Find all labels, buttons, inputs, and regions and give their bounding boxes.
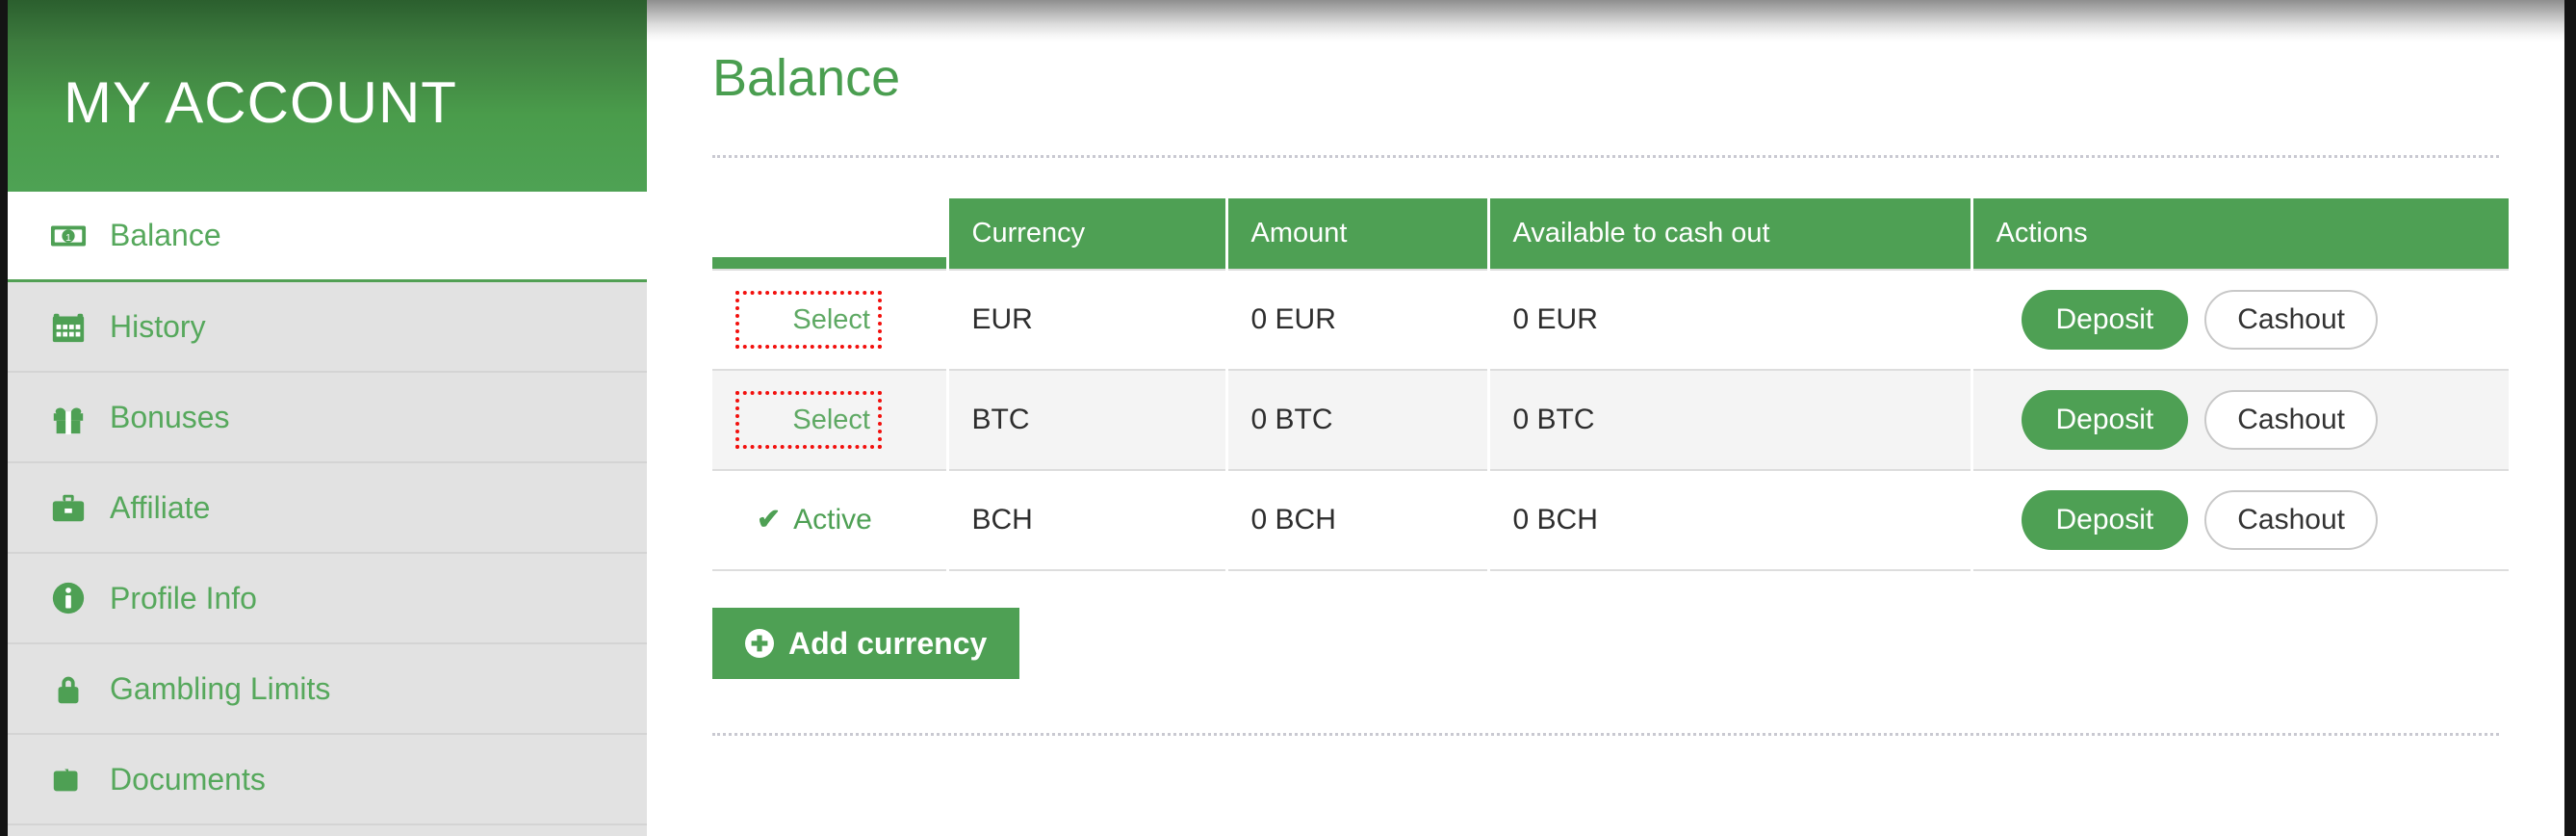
screenshot-root: MY ACCOUNT 1 Balance History Bonuses Affilia… bbox=[0, 0, 2576, 836]
sidebar-item-label: Documents bbox=[110, 761, 266, 797]
folder-icon bbox=[50, 761, 96, 797]
table-row: ✔ Active BCH 0 BCH 0 BCH Deposit Cashout bbox=[712, 469, 2509, 572]
cell-available: 0 EUR bbox=[1488, 269, 1973, 372]
cell-actions: Deposit Cashout bbox=[1971, 369, 2509, 472]
sidebar-item-profile-info[interactable]: Profile Info bbox=[8, 554, 647, 644]
cell-status: Select bbox=[712, 269, 949, 372]
briefcase-icon bbox=[50, 489, 96, 526]
sidebar-item-documents[interactable]: Documents bbox=[8, 735, 647, 825]
table-row: Select BTC 0 BTC 0 BTC Deposit Cashout bbox=[712, 369, 2509, 472]
active-status: ✔ Active bbox=[735, 504, 923, 536]
calendar-icon bbox=[50, 308, 96, 345]
account-sidebar: MY ACCOUNT 1 Balance History Bonuses Affilia… bbox=[8, 0, 647, 836]
deposit-button[interactable]: Deposit bbox=[2021, 490, 2189, 551]
select-label: Select bbox=[792, 303, 870, 335]
select-currency-button[interactable]: Select bbox=[735, 391, 882, 450]
sidebar-item-label: Profile Info bbox=[110, 580, 257, 615]
page-surface: MY ACCOUNT 1 Balance History Bonuses Affilia… bbox=[8, 0, 2564, 836]
main-content: Balance Currency Amount Available to cas… bbox=[647, 0, 2564, 836]
page-title: Balance bbox=[712, 49, 901, 107]
cell-actions: Deposit Cashout bbox=[1971, 269, 2509, 372]
add-currency-button[interactable]: Add currency bbox=[712, 608, 1020, 680]
cell-amount: 0 BTC bbox=[1226, 369, 1490, 472]
balance-table-body: Select EUR 0 EUR 0 EUR Deposit Cashout Select B… bbox=[712, 269, 2509, 572]
active-label: Active bbox=[793, 504, 872, 536]
sidebar-item-balance[interactable]: 1 Balance bbox=[8, 192, 647, 282]
select-label: Select bbox=[792, 404, 870, 435]
balance-table-head: Currency Amount Available to cash out Ac… bbox=[712, 198, 2509, 271]
add-currency-label: Add currency bbox=[788, 625, 988, 661]
cell-amount: 0 BCH bbox=[1226, 469, 1490, 572]
actions-group: Deposit Cashout bbox=[1996, 390, 2486, 451]
sidebar-item-gambling-limits[interactable]: Gambling Limits bbox=[8, 644, 647, 735]
plus-circle-icon bbox=[745, 629, 774, 659]
lock-icon bbox=[50, 670, 96, 707]
deposit-button[interactable]: Deposit bbox=[2021, 290, 2189, 351]
money-bill-icon: 1 bbox=[50, 218, 96, 254]
sidebar-title: MY ACCOUNT bbox=[64, 69, 457, 135]
title-divider bbox=[712, 155, 2499, 159]
th-status bbox=[712, 198, 949, 271]
th-actions: Actions bbox=[1971, 198, 2509, 271]
cell-actions: Deposit Cashout bbox=[1971, 469, 2509, 572]
table-header-row: Currency Amount Available to cash out Ac… bbox=[712, 198, 2509, 271]
gift-icon bbox=[50, 399, 96, 435]
sidebar-nav-list: 1 Balance History Bonuses Affiliate Profile I… bbox=[8, 192, 647, 825]
check-icon: ✔ bbox=[757, 504, 782, 536]
th-currency: Currency bbox=[947, 198, 1228, 271]
bottom-divider bbox=[712, 733, 2499, 737]
cashout-button[interactable]: Cashout bbox=[2204, 290, 2378, 351]
th-status-strip bbox=[712, 257, 946, 270]
cell-status: ✔ Active bbox=[712, 469, 949, 572]
sidebar-item-label: Affiliate bbox=[110, 489, 211, 525]
actions-group: Deposit Cashout bbox=[1996, 490, 2486, 551]
sidebar-header: MY ACCOUNT bbox=[8, 0, 647, 192]
cell-status: Select bbox=[712, 369, 949, 472]
actions-group: Deposit Cashout bbox=[1996, 290, 2486, 351]
sidebar-item-history[interactable]: History bbox=[8, 282, 647, 373]
cashout-button[interactable]: Cashout bbox=[2204, 490, 2378, 551]
svg-text:1: 1 bbox=[65, 232, 71, 243]
cell-currency: BCH bbox=[947, 469, 1228, 572]
th-amount: Amount bbox=[1226, 198, 1490, 271]
cell-available: 0 BCH bbox=[1488, 469, 1973, 572]
cell-amount: 0 EUR bbox=[1226, 269, 1490, 372]
th-available-to-cash-out: Available to cash out bbox=[1488, 198, 1973, 271]
sidebar-item-label: Balance bbox=[110, 218, 221, 252]
balance-table: Currency Amount Available to cash out Ac… bbox=[712, 198, 2509, 572]
select-currency-button[interactable]: Select bbox=[735, 291, 882, 350]
cell-available: 0 BTC bbox=[1488, 369, 1973, 472]
info-circle-icon bbox=[50, 580, 96, 616]
sidebar-item-bonuses[interactable]: Bonuses bbox=[8, 373, 647, 463]
sidebar-item-affiliate[interactable]: Affiliate bbox=[8, 463, 647, 554]
cashout-button[interactable]: Cashout bbox=[2204, 390, 2378, 451]
sidebar-item-label: Bonuses bbox=[110, 399, 230, 434]
cell-currency: EUR bbox=[947, 269, 1228, 372]
table-row: Select EUR 0 EUR 0 EUR Deposit Cashout bbox=[712, 269, 2509, 372]
sidebar-item-label: History bbox=[110, 308, 206, 344]
deposit-button[interactable]: Deposit bbox=[2021, 390, 2189, 451]
sidebar-item-label: Gambling Limits bbox=[110, 670, 331, 706]
cell-currency: BTC bbox=[947, 369, 1228, 472]
